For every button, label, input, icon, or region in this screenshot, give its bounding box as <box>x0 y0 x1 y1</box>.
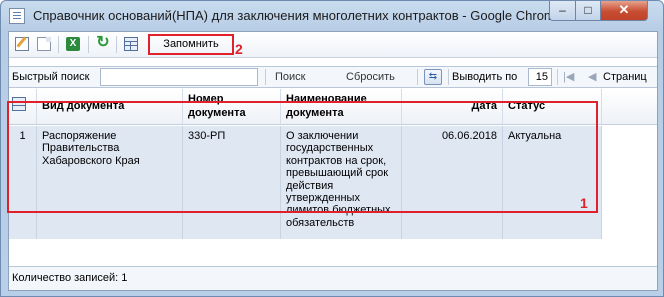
per-page-label: Выводить по <box>452 71 518 83</box>
refresh-icon[interactable]: ↻ <box>96 35 110 51</box>
toolbar-divider <box>116 36 117 53</box>
column-header-status[interactable]: Статус <box>503 89 602 125</box>
browser-window: Справочник оснований(НПА) для заключения… <box>0 0 664 297</box>
cell-doc-type: Распоряжение Правительства Хабаровского … <box>37 126 183 239</box>
column-header-doc-number[interactable]: Номер документа <box>183 89 281 125</box>
page-content: X ↻ Запомнить 2 Быстрый поиск Поиск Сбро… <box>8 31 658 291</box>
pages-label: Страниц <box>603 71 647 83</box>
search-button[interactable]: Поиск <box>275 71 305 83</box>
table-settings-icon[interactable] <box>124 37 138 51</box>
column-header-doc-type[interactable]: Вид документа <box>37 89 183 125</box>
documents-table: Вид документа Номер документа Наименован… <box>9 89 657 266</box>
column-header-date[interactable]: Дата <box>402 89 503 125</box>
cell-doc-number: 330-РП <box>183 126 281 239</box>
quick-search-input[interactable] <box>100 68 258 86</box>
reset-button[interactable]: Сбросить <box>346 71 395 83</box>
remember-button[interactable]: Запомнить <box>148 34 234 55</box>
header-filler <box>602 89 657 125</box>
table-icon <box>12 97 26 111</box>
maximize-button[interactable]: □ <box>575 1 601 21</box>
searchbar-divider <box>265 69 266 85</box>
annotation-marker-2: 2 <box>235 41 243 57</box>
prev-page-icon[interactable]: ◀ <box>588 70 596 83</box>
window-title: Справочник оснований(НПА) для заключения… <box>33 8 562 23</box>
new-document-icon[interactable] <box>37 37 51 51</box>
cell-status: Актуальна <box>503 126 602 239</box>
excel-export-icon[interactable]: X <box>66 37 80 51</box>
quick-search-bar: Быстрый поиск Поиск Сбросить ⇆ Выводить … <box>9 66 657 88</box>
annotation-marker-1: 1 <box>580 195 588 211</box>
per-page-input[interactable] <box>528 68 552 86</box>
toolbar-divider <box>58 36 59 53</box>
minimize-button[interactable]: – <box>549 1 576 21</box>
toolbar-divider <box>88 36 89 53</box>
column-settings-icon[interactable]: ⇆ <box>424 69 442 85</box>
searchbar-divider <box>417 69 418 85</box>
cell-doc-name: О заключении государственных контрактов … <box>281 126 402 239</box>
column-header-doc-name[interactable]: Наименование документа <box>281 89 402 125</box>
toolbar: X ↻ Запомнить 2 <box>9 32 657 58</box>
close-button[interactable]: ✕ <box>600 1 648 21</box>
row-number: 1 <box>9 126 37 239</box>
searchbar-divider <box>557 69 558 85</box>
title-bar: Справочник оснований(НПА) для заключения… <box>1 1 663 31</box>
first-page-icon[interactable]: |◀ <box>563 70 574 83</box>
searchbar-divider <box>448 69 449 85</box>
status-bar: Количество записей: 1 <box>9 266 657 290</box>
table-row[interactable]: 1 Распоряжение Правительства Хабаровског… <box>9 126 602 239</box>
record-count: Количество записей: 1 <box>12 272 128 284</box>
cell-date: 06.06.2018 <box>402 126 503 239</box>
row-number-header[interactable] <box>9 89 37 125</box>
edit-icon[interactable] <box>15 37 29 51</box>
quick-search-label: Быстрый поиск <box>12 71 90 83</box>
document-icon <box>9 8 25 24</box>
